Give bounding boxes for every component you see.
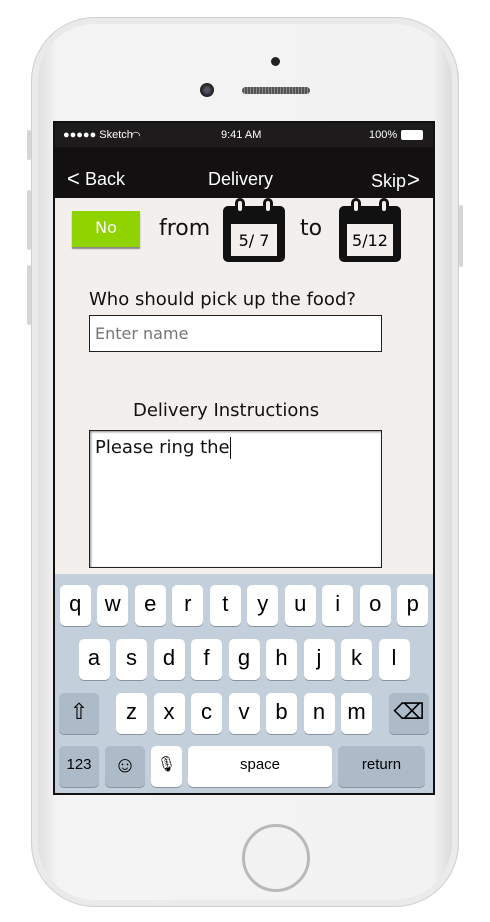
calendar-ring (379, 198, 389, 214)
delivery-toggle-button[interactable]: No (72, 211, 140, 247)
delete-key[interactable]: ⌫ (389, 693, 429, 734)
key[interactable]: y (247, 585, 279, 626)
from-date-picker[interactable]: 5/ 7 (223, 198, 285, 262)
key[interactable]: w (97, 585, 129, 626)
key[interactable]: z (116, 693, 147, 734)
emoji-key[interactable]: ☺ (105, 746, 145, 787)
key[interactable]: b (266, 693, 297, 734)
text-cursor (229, 437, 231, 459)
key[interactable]: l (378, 639, 410, 680)
key[interactable]: c (191, 693, 222, 734)
back-chevron-icon[interactable]: < (67, 166, 80, 192)
key[interactable]: i (322, 585, 354, 626)
skip-chevron-icon[interactable]: > (407, 167, 420, 193)
from-date: 5/ 7 (231, 224, 277, 256)
from-label: from (159, 216, 211, 241)
pickup-name-input[interactable] (89, 315, 382, 352)
space-key[interactable]: space (188, 746, 332, 787)
calendar-icon (235, 198, 245, 214)
microphone-key[interactable]: 🎙 (151, 746, 182, 787)
key[interactable]: d (153, 639, 185, 680)
to-date: 5/12 (347, 224, 393, 256)
key[interactable]: r (172, 585, 204, 626)
wifi-icon: ◠ (131, 130, 141, 142)
instructions-text: Please ring the (95, 437, 230, 458)
home-button[interactable] (242, 824, 310, 892)
back-button[interactable]: Back (85, 169, 125, 190)
key[interactable]: k (341, 639, 372, 680)
key[interactable]: u (284, 585, 316, 626)
to-date-picker[interactable]: 5/12 (339, 198, 401, 262)
battery-icon (401, 130, 423, 140)
key[interactable]: q (59, 585, 91, 626)
to-label: to (300, 216, 323, 241)
shift-key[interactable]: ⇧ (59, 693, 99, 734)
status-bar: ●●●●● Sketch ◠ 9:41 AM 100% (55, 123, 433, 147)
pickup-question: Who should pick up the food? (89, 289, 356, 310)
key[interactable]: g (228, 639, 260, 680)
speaker-grille (242, 87, 310, 94)
camera-icon (271, 57, 280, 66)
power-button (459, 205, 463, 267)
key[interactable]: e (134, 585, 166, 626)
key[interactable]: p (397, 585, 429, 626)
key[interactable]: o (359, 585, 391, 626)
clock: 9:41 AM (221, 129, 262, 141)
nav-bar: < Back Delivery Skip > (55, 147, 433, 198)
instructions-label: Delivery Instructions (133, 400, 320, 421)
page-title: Delivery (208, 169, 274, 189)
volume-up-button (27, 190, 31, 250)
calendar-icon (351, 198, 361, 214)
numbers-key[interactable]: 123 (59, 746, 99, 787)
key[interactable]: h (266, 639, 297, 680)
carrier: ●●●●● Sketch (63, 129, 133, 141)
calendar-ring (263, 198, 273, 214)
key[interactable]: m (341, 693, 372, 734)
front-camera-icon (200, 83, 214, 97)
screen: ●●●●● Sketch ◠ 9:41 AM 100% < Back Deliv… (53, 121, 435, 795)
key[interactable]: x (153, 693, 185, 734)
keyboard: qwertyuiop asdfghjkl ⇧ zxcvbnm ⌫ 123 ☺ 🎙… (55, 574, 433, 793)
key[interactable]: n (303, 693, 335, 734)
key[interactable]: a (78, 639, 110, 680)
mute-switch (27, 130, 31, 160)
battery-percent: 100% (369, 129, 398, 141)
instructions-textarea[interactable]: Please ring the (89, 430, 382, 568)
volume-down-button (27, 265, 31, 325)
key[interactable]: f (191, 639, 222, 680)
key[interactable]: s (116, 639, 147, 680)
key[interactable]: j (303, 639, 335, 680)
return-key[interactable]: return (338, 746, 425, 787)
key[interactable]: t (209, 585, 241, 626)
skip-button[interactable]: Skip (371, 171, 406, 192)
key[interactable]: v (228, 693, 260, 734)
